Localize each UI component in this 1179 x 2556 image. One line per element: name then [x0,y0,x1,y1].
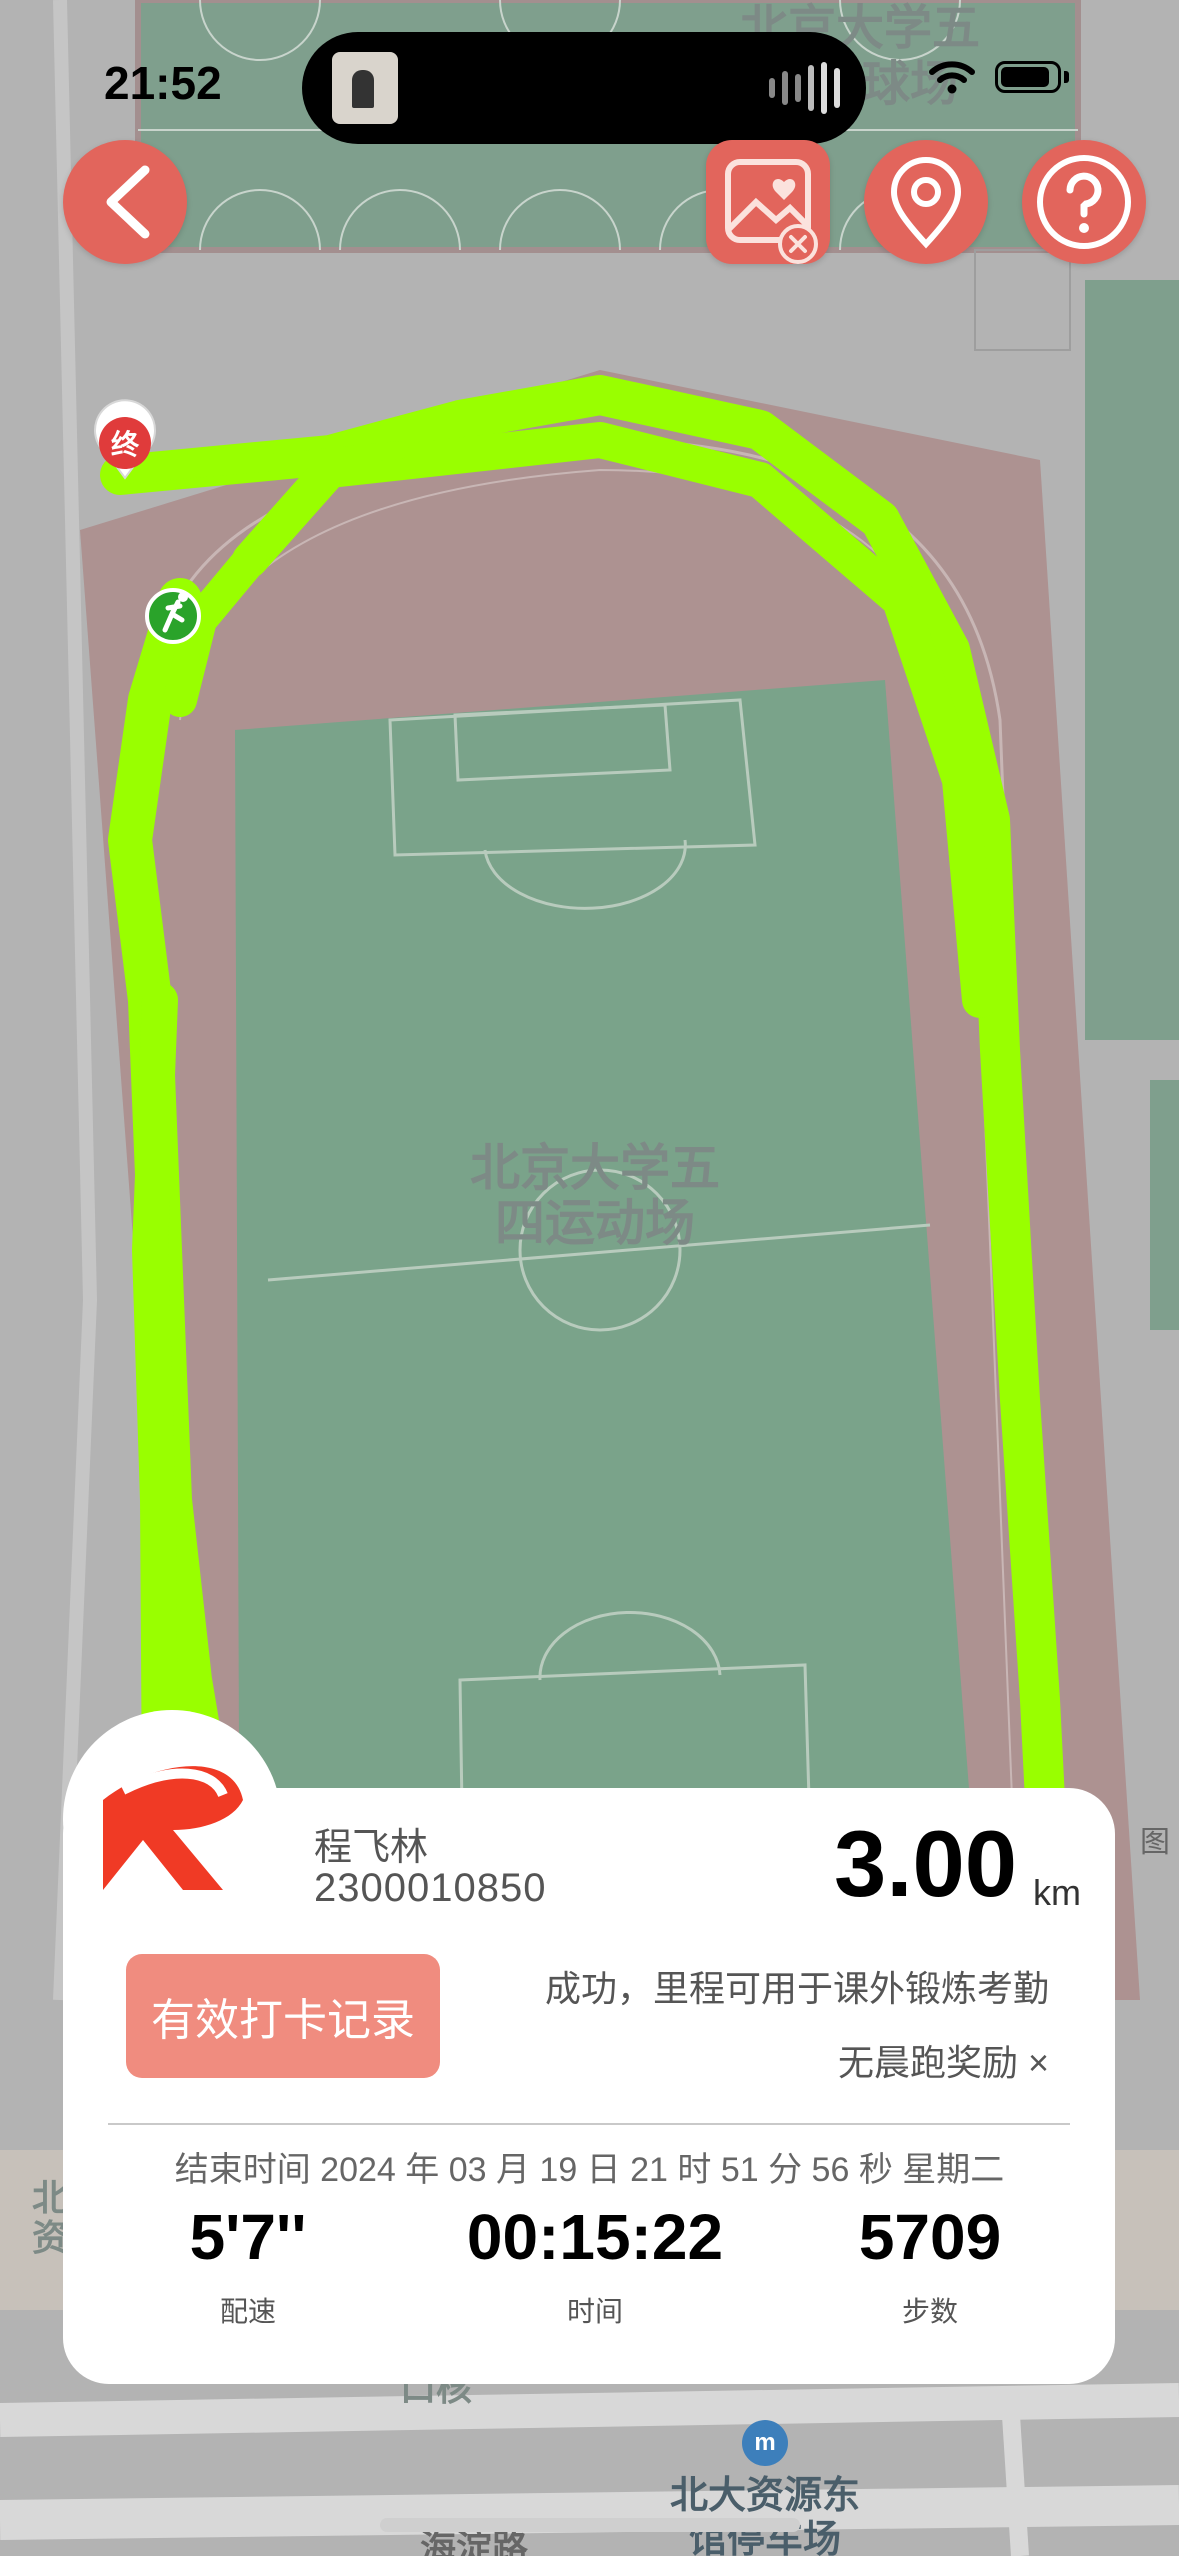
divider [108,2123,1070,2125]
runner-name: 程飞林 [314,1827,429,1869]
chevron-left-icon [106,165,150,239]
photo-button[interactable] [706,140,830,264]
student-id: 2300010850 [314,1866,547,1910]
steps-label: 步数 [901,2296,958,2327]
home-indicator[interactable] [380,2518,800,2532]
photo-heart-icon [725,159,818,264]
duration-stat: 00:15:22 时间 [445,2200,745,2330]
field-label: 北京大学五 [470,1140,720,1196]
steps-stat: 5709 步数 [780,2200,1080,2330]
album-art-icon [332,52,398,124]
bus-stop-icon: m [742,2420,788,2466]
right-field [1085,280,1179,1040]
audio-waveform-icon [769,62,840,114]
status-bar: 21:52 [0,0,1179,160]
end-time: 结束时间 2024 年 03 月 19 日 21 时 51 分 56 秒 星期二 [174,2151,1005,2189]
map-credit: 图 [1140,1826,1170,1859]
pace-stat: 5'7'' 配速 [98,2200,398,2330]
start-marker-icon [145,588,201,644]
success-message: 成功，里程可用于课外锻炼考勤 [544,1968,1049,2009]
status-time: 21:52 [104,57,222,109]
pace-value: 5'7'' [189,2201,307,2273]
wifi-icon [929,61,975,94]
pace-label: 配速 [219,2296,276,2327]
question-mark-icon [1037,155,1131,249]
field-label-2: 四运动场 [495,1195,695,1251]
battery-icon [995,61,1061,93]
duration-label: 时间 [566,2296,623,2327]
steps-value: 5709 [858,2201,1002,2273]
location-button[interactable] [864,140,988,264]
dynamic-island[interactable] [302,32,866,144]
distance-value: 3.00 [834,1811,1017,1916]
bus-stop-label: 北大资源东 [670,2475,860,2517]
svg-text:终: 终 [111,429,140,460]
duration-value: 00:15:22 [466,2201,724,2273]
distance-unit: km [1033,1872,1081,1913]
help-button[interactable] [1022,140,1146,264]
valid-record-button[interactable]: 有效打卡记录 [126,1954,440,2078]
app-logo [63,1710,281,1928]
location-pin-icon [890,157,962,249]
back-button[interactable] [63,140,187,264]
morning-reward-status: 无晨跑奖励 × [837,2042,1049,2083]
